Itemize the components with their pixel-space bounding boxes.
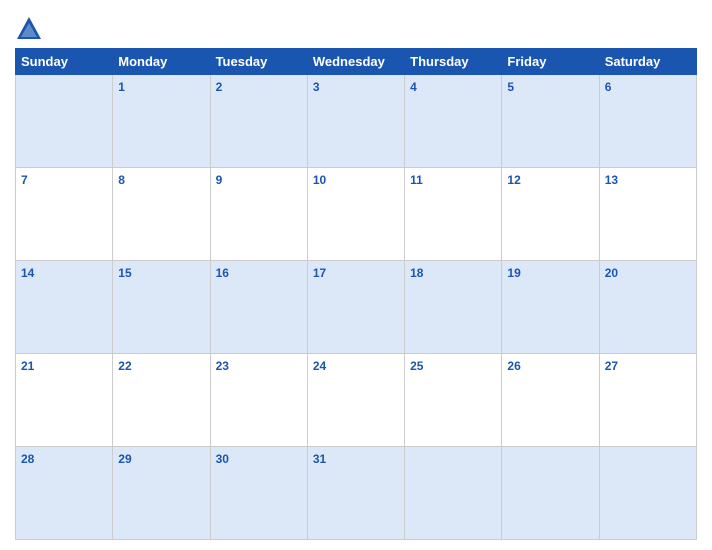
calendar-cell: 15 (113, 261, 210, 354)
day-number: 26 (507, 359, 520, 373)
calendar-cell: 6 (599, 75, 696, 168)
calendar-cell: 12 (502, 168, 599, 261)
calendar-cell: 9 (210, 168, 307, 261)
day-number: 9 (216, 173, 223, 187)
day-number: 17 (313, 266, 326, 280)
day-number: 7 (21, 173, 28, 187)
calendar-cell: 10 (307, 168, 404, 261)
day-number: 19 (507, 266, 520, 280)
calendar-cell: 11 (405, 168, 502, 261)
calendar-cell: 21 (16, 354, 113, 447)
day-number: 2 (216, 80, 223, 94)
day-number: 4 (410, 80, 417, 94)
calendar-cell: 30 (210, 447, 307, 540)
calendar-week-row: 21 22 23 24 25 26 27 (16, 354, 697, 447)
calendar-cell: 26 (502, 354, 599, 447)
calendar-cell (599, 447, 696, 540)
calendar-cell: 27 (599, 354, 696, 447)
day-number: 8 (118, 173, 125, 187)
weekday-header-tuesday: Tuesday (210, 49, 307, 75)
calendar-cell: 7 (16, 168, 113, 261)
day-number: 18 (410, 266, 423, 280)
day-number: 12 (507, 173, 520, 187)
calendar-week-row: 7 8 9 10 11 12 13 (16, 168, 697, 261)
day-number: 30 (216, 452, 229, 466)
calendar-cell: 8 (113, 168, 210, 261)
day-number: 25 (410, 359, 423, 373)
calendar-cell: 31 (307, 447, 404, 540)
calendar-week-row: 14 15 16 17 18 19 20 (16, 261, 697, 354)
logo (15, 15, 47, 43)
weekday-header-sunday: Sunday (16, 49, 113, 75)
calendar-cell: 17 (307, 261, 404, 354)
day-number: 22 (118, 359, 131, 373)
calendar-cell: 14 (16, 261, 113, 354)
day-number: 23 (216, 359, 229, 373)
day-number: 31 (313, 452, 326, 466)
calendar-cell: 1 (113, 75, 210, 168)
logo-icon (15, 15, 43, 43)
calendar-cell: 18 (405, 261, 502, 354)
calendar-cell: 13 (599, 168, 696, 261)
day-number: 24 (313, 359, 326, 373)
day-number: 1 (118, 80, 125, 94)
weekday-header-saturday: Saturday (599, 49, 696, 75)
day-number: 15 (118, 266, 131, 280)
weekday-header-row: SundayMondayTuesdayWednesdayThursdayFrid… (16, 49, 697, 75)
calendar-cell: 24 (307, 354, 404, 447)
calendar-table: SundayMondayTuesdayWednesdayThursdayFrid… (15, 48, 697, 540)
day-number: 6 (605, 80, 612, 94)
day-number: 16 (216, 266, 229, 280)
calendar-cell: 5 (502, 75, 599, 168)
calendar-cell: 20 (599, 261, 696, 354)
weekday-header-thursday: Thursday (405, 49, 502, 75)
day-number: 11 (410, 173, 423, 187)
calendar-cell: 23 (210, 354, 307, 447)
calendar-cell: 25 (405, 354, 502, 447)
day-number: 20 (605, 266, 618, 280)
calendar-cell (16, 75, 113, 168)
calendar-cell (502, 447, 599, 540)
day-number: 5 (507, 80, 514, 94)
calendar-cell: 29 (113, 447, 210, 540)
calendar-cell: 28 (16, 447, 113, 540)
calendar-cell: 3 (307, 75, 404, 168)
day-number: 29 (118, 452, 131, 466)
calendar-cell: 2 (210, 75, 307, 168)
calendar-cell: 4 (405, 75, 502, 168)
day-number: 10 (313, 173, 326, 187)
calendar-week-row: 1 2 3 4 5 6 (16, 75, 697, 168)
day-number: 27 (605, 359, 618, 373)
calendar-week-row: 28 29 30 31 (16, 447, 697, 540)
calendar-cell: 22 (113, 354, 210, 447)
day-number: 13 (605, 173, 618, 187)
day-number: 21 (21, 359, 34, 373)
calendar-cell (405, 447, 502, 540)
day-number: 3 (313, 80, 320, 94)
day-number: 14 (21, 266, 34, 280)
calendar-cell: 16 (210, 261, 307, 354)
calendar-header (15, 10, 697, 48)
weekday-header-friday: Friday (502, 49, 599, 75)
weekday-header-wednesday: Wednesday (307, 49, 404, 75)
weekday-header-monday: Monday (113, 49, 210, 75)
calendar-cell: 19 (502, 261, 599, 354)
day-number: 28 (21, 452, 34, 466)
